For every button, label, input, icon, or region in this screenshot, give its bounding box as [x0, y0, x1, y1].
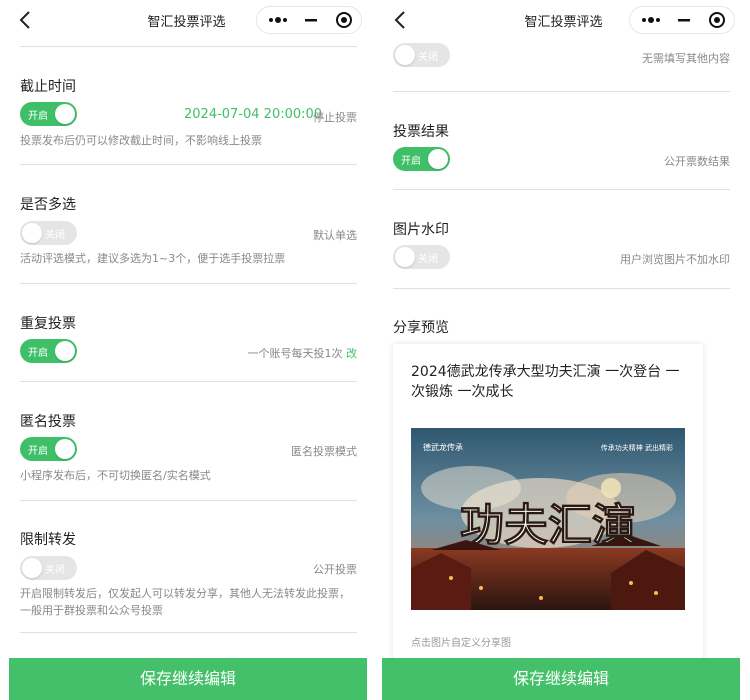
watermark-label: 图片水印 — [393, 222, 449, 238]
divider — [20, 500, 357, 501]
nav-bar: 智汇投票评选 — [0, 0, 373, 42]
repeat-hint: 一个账号每天投1次 改 — [248, 345, 358, 361]
save-continue-button[interactable]: 保存继续编辑 — [382, 658, 740, 700]
anonymous-label: 匿名投票 — [20, 414, 76, 430]
poster-logo-text: 德武龙传承 — [423, 442, 463, 452]
deadline-toggle[interactable]: 开启 — [20, 102, 77, 126]
minus-icon — [678, 19, 690, 22]
multi-desc: 活动评选模式，建议多选为1~3个，便于选手投票拉票 — [20, 252, 286, 265]
divider — [20, 283, 357, 284]
right-screen: 智汇投票评选 关闭 无需填写其他内容 投票结果 开启 公开票数结果 图片水印 关… — [377, 0, 750, 700]
watermark-toggle[interactable]: 关闭 — [393, 245, 450, 269]
close-button[interactable] — [327, 7, 361, 33]
toggle-knob — [395, 45, 415, 65]
mini-program-capsule — [256, 6, 362, 34]
repeat-label: 重复投票 — [20, 316, 76, 332]
divider — [20, 632, 357, 633]
target-close-icon — [709, 12, 725, 28]
poster-big-text: 功夫汇演 — [460, 500, 636, 551]
toggle-text: 开启 — [28, 446, 48, 457]
toggle-text: 关闭 — [418, 52, 438, 63]
repeat-toggle[interactable]: 开启 — [20, 339, 77, 363]
more-button[interactable] — [634, 7, 668, 33]
save-continue-button[interactable]: 保存继续编辑 — [9, 658, 367, 700]
extra-hint: 无需填写其他内容 — [642, 52, 730, 65]
toggle-knob — [55, 341, 75, 361]
divider — [20, 164, 357, 165]
toggle-knob — [22, 223, 42, 243]
minimize-button[interactable] — [294, 7, 328, 33]
repeat-hint-text: 一个账号每天投1次 — [247, 347, 343, 360]
divider — [20, 46, 357, 47]
minimize-button[interactable] — [667, 7, 701, 33]
forward-hint: 公开投票 — [313, 563, 357, 576]
divider — [393, 91, 730, 92]
toggle-text: 开启 — [28, 111, 48, 122]
left-screen: 智汇投票评选 截止时间 开启 2024-07-04 20:00:00 停止投票 … — [0, 0, 373, 700]
share-preview-label: 分享预览 — [393, 320, 449, 336]
forward-desc: 开启限制转发后，仅发起人可以转发分享，其他人无法转发此投票，一般用于群投票和公众… — [20, 587, 350, 617]
multi-label: 是否多选 — [20, 197, 76, 213]
toggle-text: 开启 — [28, 348, 48, 359]
toggle-text: 关闭 — [418, 254, 438, 265]
extra-info-toggle[interactable]: 关闭 — [393, 43, 450, 67]
divider — [393, 189, 730, 190]
more-button[interactable] — [261, 7, 295, 33]
nav-bar: 智汇投票评选 — [377, 0, 750, 42]
toggle-knob — [55, 439, 75, 459]
close-button[interactable] — [700, 7, 734, 33]
deadline-hint: 停止投票 — [313, 111, 357, 124]
watermark-hint: 用户浏览图片不加水印 — [620, 253, 730, 266]
deadline-desc: 投票发布后仍可以修改截止时间，不影响线上投票 — [20, 134, 262, 147]
share-footer-hint: 点击图片自定义分享图 — [411, 638, 511, 649]
result-label: 投票结果 — [393, 124, 449, 140]
share-image[interactable]: 功夫汇演 德武龙传承 传承功夫精神 武出精彩 — [411, 428, 685, 610]
anonymous-hint: 匿名投票模式 — [291, 445, 357, 458]
result-hint: 公开票数结果 — [664, 155, 730, 168]
anonymous-toggle[interactable]: 开启 — [20, 437, 77, 461]
poster-side-text: 传承功夫精神 武出精彩 — [601, 443, 673, 452]
toggle-knob — [22, 558, 42, 578]
share-preview-card: 2024德武龙传承大型功夫汇演 一次登台 一次锻炼 一次成长 功夫汇演 德武龙传… — [393, 344, 703, 664]
more-dots-icon — [642, 17, 660, 23]
forward-label: 限制转发 — [20, 532, 76, 548]
multi-hint: 默认单选 — [313, 229, 357, 242]
toggle-text: 关闭 — [45, 230, 65, 241]
multi-toggle[interactable]: 关闭 — [20, 221, 77, 245]
anonymous-desc: 小程序发布后，不可切换匿名/实名模式 — [20, 469, 211, 482]
more-dots-icon — [269, 17, 287, 23]
divider — [393, 288, 730, 289]
divider — [20, 381, 357, 382]
toggle-knob — [55, 104, 75, 124]
deadline-label: 截止时间 — [20, 79, 76, 95]
forward-toggle[interactable]: 关闭 — [20, 556, 77, 580]
minus-icon — [305, 19, 317, 22]
toggle-knob — [395, 247, 415, 267]
kungfu-poster-image: 功夫汇演 德武龙传承 传承功夫精神 武出精彩 — [411, 428, 685, 610]
repeat-change-link[interactable]: 改 — [346, 347, 357, 360]
toggle-text: 开启 — [401, 156, 421, 167]
toggle-text: 关闭 — [45, 565, 65, 576]
mini-program-capsule — [629, 6, 735, 34]
result-toggle[interactable]: 开启 — [393, 147, 450, 171]
toggle-knob — [428, 149, 448, 169]
share-title: 2024德武龙传承大型功夫汇演 一次登台 一次锻炼 一次成长 — [411, 364, 680, 400]
target-close-icon — [336, 12, 352, 28]
deadline-datetime[interactable]: 2024-07-04 20:00:00 — [184, 107, 322, 122]
